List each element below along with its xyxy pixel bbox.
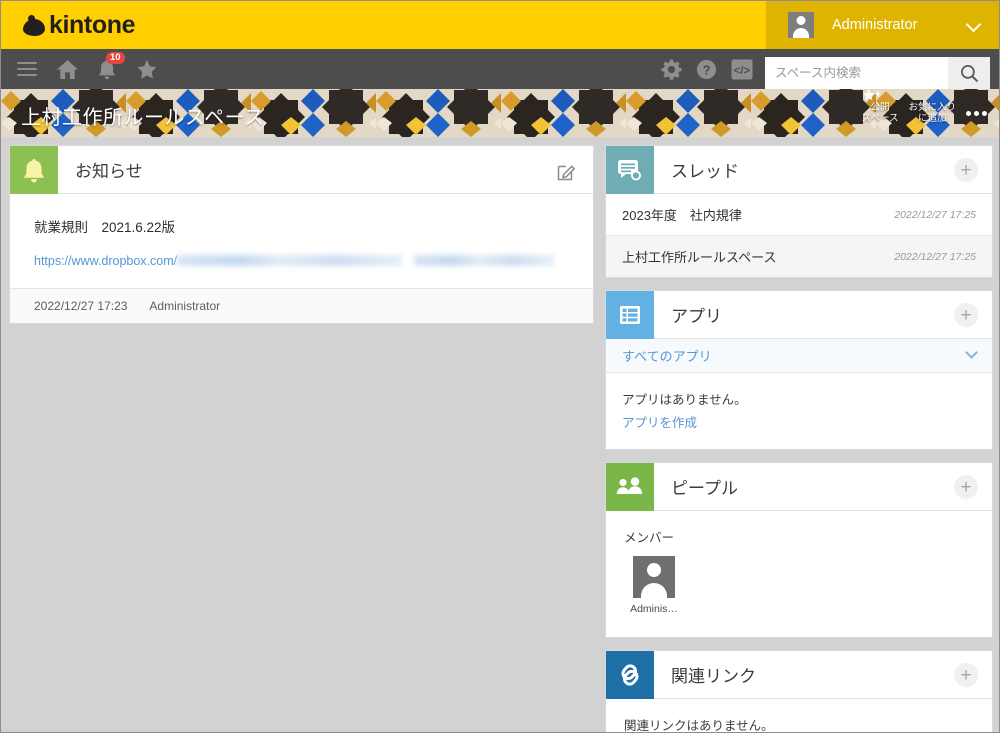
navigation-bar: 10 ? </>: [1, 49, 999, 89]
bell-icon: [10, 145, 58, 194]
search-button[interactable]: [948, 57, 990, 89]
kintone-space-page: kintone Administrator 10 ? </> スペース内検索 上…: [0, 0, 1000, 733]
user-avatar-icon: [788, 12, 814, 38]
people-title: ピープル: [671, 479, 738, 498]
people-portlet: ピープル + メンバー Adminis…: [605, 462, 993, 638]
people-group-icon: [606, 462, 654, 511]
chain-link-icon: [606, 650, 654, 699]
announcement-text: 就業規則 2021.6.22版: [34, 220, 176, 235]
user-menu[interactable]: Administrator: [766, 1, 999, 49]
announcement-date: 2022/12/27 17:23: [34, 299, 128, 313]
people-body: メンバー Adminis…: [606, 511, 992, 637]
announcement-title: お知らせ: [75, 162, 143, 181]
apps-empty-text: アプリはありません。: [622, 393, 747, 407]
search-input[interactable]: [765, 58, 948, 88]
logo-text: kintone: [49, 10, 136, 39]
people-header: ピープル +: [606, 462, 992, 511]
edit-pencil-icon[interactable]: [557, 161, 577, 186]
bell-notification-icon[interactable]: 10: [89, 51, 125, 87]
apps-portlet: アプリ + すべてのアプリ アプリはありません。 アプリを作成: [605, 290, 993, 450]
notification-count-badge: 10: [106, 52, 125, 65]
apps-header: アプリ +: [606, 290, 992, 339]
thread-name: 2023年度 社内規律: [622, 208, 742, 223]
threads-portlet: スレッド + 2023年度 社内規律 2022/12/27 17:25 上村工作…: [605, 145, 993, 278]
public-space-label: 公開 スペース: [861, 102, 899, 124]
hamburger-menu-icon[interactable]: [9, 51, 45, 87]
related-links-empty-text: 関連リンクはありません。: [624, 719, 774, 733]
related-links-title: 関連リンク: [671, 667, 756, 686]
search-magnifier-icon: [960, 64, 978, 82]
add-favorite-button[interactable]: お気に入り に追加: [862, 89, 956, 124]
star-favorite-icon[interactable]: [129, 51, 165, 87]
related-links-body: 関連リンクはありません。: [606, 699, 992, 733]
kintone-logo[interactable]: kintone: [23, 10, 136, 39]
left-column: お知らせ 就業規則 2021.6.22版 https://www.dropbox…: [9, 145, 594, 336]
chevron-down-icon: [965, 16, 982, 33]
home-icon[interactable]: [49, 51, 85, 87]
user-name-label: Administrator: [832, 17, 918, 33]
app-list-icon: [606, 290, 654, 339]
nav-right-icons: ? </>: [661, 49, 753, 89]
svg-text:</>: </>: [734, 64, 751, 76]
add-thread-button[interactable]: +: [954, 158, 978, 182]
announcement-header: お知らせ: [10, 145, 593, 194]
threads-title: スレッド: [671, 162, 739, 181]
speech-bubble-icon: [606, 145, 654, 194]
threads-header: スレッド +: [606, 145, 992, 194]
code-brackets-icon[interactable]: </>: [731, 58, 753, 80]
related-links-portlet: 関連リンク + 関連リンクはありません。: [605, 650, 993, 733]
apps-body: アプリはありません。 アプリを作成: [606, 373, 992, 449]
help-question-icon[interactable]: ?: [696, 59, 717, 80]
chevron-down-icon: [965, 346, 978, 359]
related-links-header: 関連リンク +: [606, 650, 992, 699]
announcement-body: 就業規則 2021.6.22版 https://www.dropbox.com/: [10, 194, 593, 288]
right-column: スレッド + 2023年度 社内規律 2022/12/27 17:25 上村工作…: [605, 145, 993, 733]
announcement-link-row: https://www.dropbox.com/: [34, 252, 569, 270]
list-item[interactable]: Adminis…: [624, 556, 684, 615]
space-banner: 上村工作所ルールスペース 公開 スペース お気に入り に追加: [1, 89, 999, 137]
redacted-link-tail-2: [414, 255, 555, 267]
members-section-label: メンバー: [624, 531, 675, 545]
thread-name: 上村工作所ルールスペース: [622, 250, 777, 265]
announcement-portlet: お知らせ 就業規則 2021.6.22版 https://www.dropbox…: [9, 145, 594, 324]
announcement-author: Administrator: [149, 299, 221, 313]
add-link-button[interactable]: +: [954, 663, 978, 687]
banner-actions: 公開 スペース お気に入り に追加: [862, 89, 991, 137]
gear-settings-icon[interactable]: [661, 59, 682, 80]
add-app-button[interactable]: +: [954, 303, 978, 327]
add-people-button[interactable]: +: [954, 475, 978, 499]
member-name: Adminis…: [630, 603, 678, 615]
redacted-link-tail: [177, 255, 403, 267]
table-row[interactable]: 上村工作所ルールスペース 2022/12/27 17:25: [606, 236, 992, 277]
apps-filter-dropdown[interactable]: すべてのアプリ: [606, 339, 992, 373]
user-avatar-icon: [633, 556, 675, 598]
svg-text:?: ?: [703, 62, 711, 77]
create-app-link[interactable]: アプリを作成: [622, 412, 976, 431]
more-dots-icon[interactable]: [966, 110, 991, 116]
announcement-footer: 2022/12/27 17:23 Administrator: [10, 288, 593, 323]
dropbox-link[interactable]: https://www.dropbox.com/: [34, 254, 177, 268]
apps-filter-label: すべてのアプリ: [622, 349, 712, 364]
kintone-cloud-logo-icon: [23, 14, 45, 36]
apps-title: アプリ: [671, 307, 722, 326]
space-search-box: [765, 57, 990, 89]
thread-date: 2022/12/27 17:25: [894, 250, 976, 263]
table-row[interactable]: 2023年度 社内規律 2022/12/27 17:25: [606, 194, 992, 236]
thread-date: 2022/12/27 17:25: [894, 208, 976, 221]
threads-list: 2023年度 社内規律 2022/12/27 17:25 上村工作所ルールスペー…: [606, 194, 992, 277]
main-content: お知らせ 就業規則 2021.6.22版 https://www.dropbox…: [1, 145, 999, 733]
space-title: 上村工作所ルールスペース: [21, 107, 265, 129]
top-brand-bar: kintone Administrator: [1, 1, 999, 49]
star-plus-icon: [862, 89, 881, 101]
